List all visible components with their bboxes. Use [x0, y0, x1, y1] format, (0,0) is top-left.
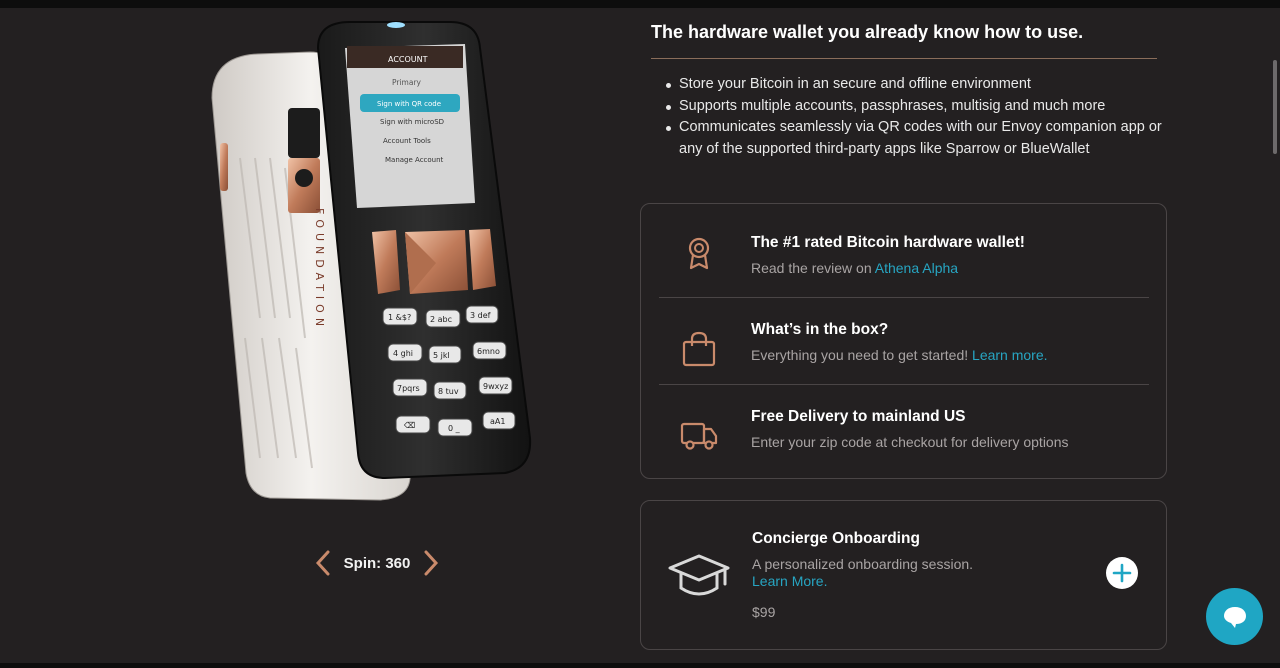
learn-more-link[interactable]: Learn more.: [972, 347, 1047, 363]
svg-text:Manage Account: Manage Account: [385, 156, 444, 164]
plus-circle-icon: [1112, 563, 1132, 583]
svg-text:5 jkl: 5 jkl: [433, 351, 450, 360]
info-row-box-contents: What’s in the box? Everything you need t…: [659, 299, 1149, 386]
svg-text:Account Tools: Account Tools: [383, 137, 431, 145]
info-title: Free Delivery to mainland US: [751, 408, 966, 425]
info-row-rating: The #1 rated Bitcoin hardware wallet! Re…: [659, 204, 1149, 291]
product-image: FOUNDATION ACCOUNT Primary Sign with QR …: [200, 18, 540, 508]
info-card: The #1 rated Bitcoin hardware wallet! Re…: [640, 203, 1167, 479]
page-title: The hardware wallet you already know how…: [651, 22, 1084, 42]
svg-text:2 abc: 2 abc: [430, 315, 452, 324]
concierge-price: $99: [752, 604, 776, 620]
svg-text:0 _: 0 _: [448, 424, 461, 433]
info-title: The #1 rated Bitcoin hardware wallet!: [751, 234, 1025, 251]
svg-text:Sign with QR code: Sign with QR code: [377, 100, 441, 108]
add-concierge-button[interactable]: [1106, 557, 1138, 589]
svg-text:7pqrs: 7pqrs: [397, 384, 420, 393]
svg-text:Sign with microSD: Sign with microSD: [380, 118, 444, 126]
athena-alpha-link[interactable]: Athena Alpha: [875, 260, 958, 276]
chat-bubble-icon: [1223, 606, 1246, 628]
info-subtitle: Enter your zip code at checkout for deli…: [751, 434, 1069, 450]
svg-text:aA1: aA1: [490, 417, 505, 426]
concierge-title: Concierge Onboarding: [752, 530, 920, 547]
spin-label: Spin: 360: [343, 554, 411, 572]
svg-text:ACCOUNT: ACCOUNT: [388, 55, 428, 64]
svg-text:3 def: 3 def: [470, 311, 491, 320]
brand-lettering: FOUNDATION: [313, 208, 326, 331]
delivery-truck-icon: [679, 415, 719, 455]
svg-text:⌫: ⌫: [404, 421, 415, 430]
info-subtitle: Everything you need to get started! Lear…: [751, 347, 1048, 363]
feature-list: Store your Bitcoin in an secure and offl…: [663, 74, 1163, 160]
chevron-left-icon[interactable]: [312, 548, 334, 578]
concierge-subtitle: A personalized onboarding session.: [752, 556, 974, 572]
svg-text:6mno: 6mno: [477, 347, 500, 356]
chat-button[interactable]: [1206, 588, 1263, 645]
feature-item: Communicates seamlessly via QR codes wit…: [663, 117, 1163, 160]
spin-control: Spin: 360: [312, 546, 442, 580]
top-border: [0, 0, 1280, 8]
svg-text:Primary: Primary: [392, 78, 422, 87]
feature-item: Supports multiple accounts, passphrases,…: [663, 96, 1163, 118]
info-title: What’s in the box?: [751, 321, 889, 338]
graduation-cap-icon: [667, 546, 731, 606]
row-divider: [659, 297, 1149, 298]
svg-text:9wxyz: 9wxyz: [483, 382, 508, 391]
info-row-delivery: Free Delivery to mainland US Enter your …: [659, 385, 1149, 472]
feature-item: Store your Bitcoin in an secure and offl…: [663, 74, 1163, 96]
concierge-learn-more-link[interactable]: Learn More.: [752, 573, 827, 589]
bottom-border: [0, 663, 1280, 668]
svg-text:1 &$?: 1 &$?: [388, 313, 411, 322]
shopping-bag-icon: [679, 329, 719, 369]
concierge-card: Concierge Onboarding A personalized onbo…: [640, 500, 1167, 650]
svg-text:4 ghi: 4 ghi: [393, 349, 413, 358]
award-ribbon-icon: [679, 234, 719, 274]
svg-text:8 tuv: 8 tuv: [438, 387, 459, 396]
scrollbar[interactable]: [1273, 60, 1277, 154]
chevron-right-icon[interactable]: [420, 548, 442, 578]
info-subtitle: Read the review on Athena Alpha: [751, 260, 959, 276]
title-divider: [651, 58, 1157, 59]
